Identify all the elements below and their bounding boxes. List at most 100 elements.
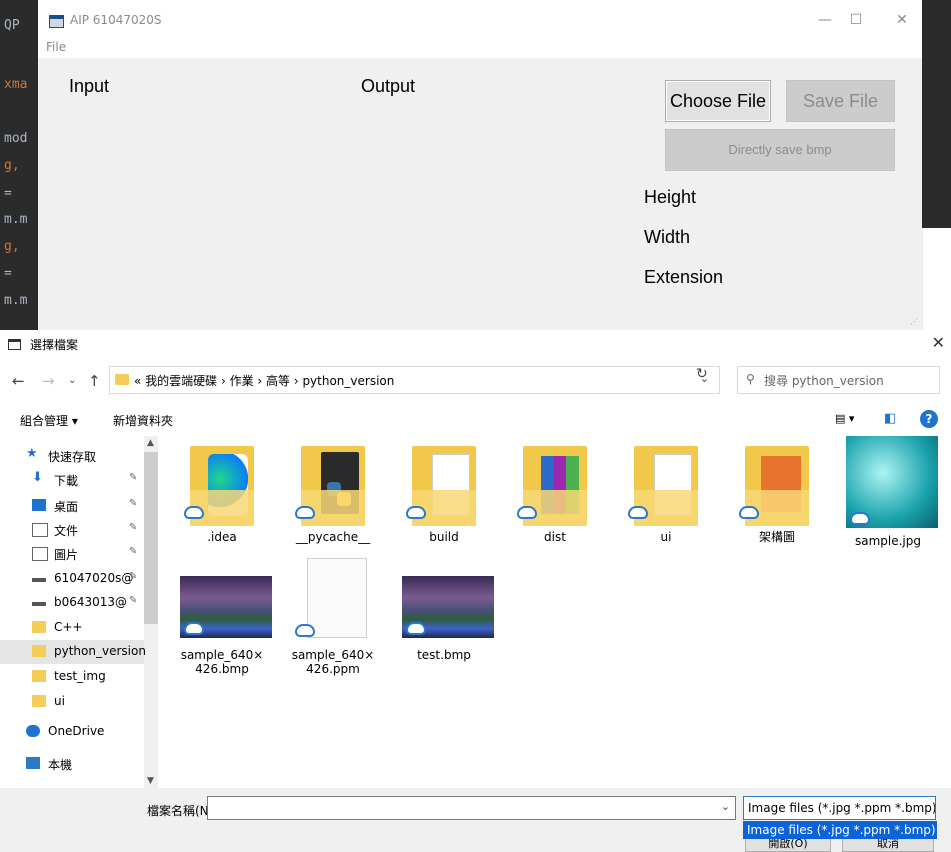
sidebar-item-c++[interactable]: C++: [0, 616, 144, 640]
folder-icon: [32, 670, 46, 682]
drive-icon: [32, 602, 46, 606]
sidebar-item-[interactable]: 本機: [0, 752, 144, 776]
file-name: sample_640× 426.ppm: [291, 648, 375, 676]
pin-icon: ✎: [129, 498, 138, 509]
forward-arrow-icon[interactable]: →: [42, 372, 55, 390]
desktop-icon: [32, 499, 46, 511]
dialog-toolbar: 組合管理 ▾ 新增資料夾 ▤ ▾ ◧ ?: [0, 404, 951, 436]
sidebar-item-onedrive[interactable]: OneDrive: [0, 720, 144, 744]
directly-save-bmp-button[interactable]: Directly save bmp: [665, 129, 895, 171]
scroll-up-icon[interactable]: ▲: [147, 438, 154, 448]
dialog-title: 選擇檔案: [30, 338, 79, 352]
ide-code-line: g,: [4, 239, 20, 254]
maximize-button[interactable]: ☐: [845, 10, 867, 30]
file-item[interactable]: sample.jpg: [836, 436, 940, 554]
sidebar-item-label: 快速存取: [48, 450, 97, 464]
sidebar-item-test-img[interactable]: test_img: [0, 665, 144, 689]
file-name: .idea: [207, 530, 237, 544]
sidebar-item-[interactable]: 桌面 ✎: [0, 494, 144, 518]
navigation-pane: ▲ ▼ ★ 快速存取 ⬇ 下載 ✎ 桌面 ✎ 文件 ✎ 圖片 ✎ 61047020s@ ✎ b064301…: [0, 436, 158, 788]
file-type-option[interactable]: Image files (*.jpg *.ppm *.bmp): [743, 821, 937, 839]
sidebar-item-python-version[interactable]: python_version: [0, 640, 146, 664]
file-name: ui: [660, 530, 672, 544]
open-button[interactable]: 開啟(O): [745, 838, 831, 852]
new-folder-button[interactable]: 新增資料夾: [113, 412, 173, 429]
computer-icon: [26, 757, 40, 769]
dialog-icon: [8, 339, 21, 350]
sidebar-item-label: test_img: [54, 669, 106, 683]
sidebar-item-b0643013[interactable]: b0643013@ ✎: [0, 591, 144, 615]
app-body: Input Output Choose File Save File Direc…: [38, 58, 922, 330]
file-item[interactable]: sample_640× 426.ppm: [281, 554, 385, 676]
pin-icon: ✎: [129, 522, 138, 533]
breadcrumb[interactable]: « 我的雲端硬碟 › 作業 › 高等 › python_version: [134, 372, 394, 389]
ide-background: QP xma mod g, = m.m g, = m.m: [0, 0, 38, 330]
app-titlebar[interactable]: AIP 61047020S — ☐ ✕: [38, 0, 922, 40]
cancel-button[interactable]: 取消: [842, 838, 934, 852]
file-item[interactable]: test.bmp: [392, 554, 496, 672]
cloud-icon: [517, 506, 537, 519]
organize-button[interactable]: 組合管理 ▾: [20, 412, 78, 429]
ide-code-line: xma: [4, 77, 28, 92]
file-item[interactable]: ui: [614, 436, 718, 554]
sidebar-item-label: 圖片: [54, 548, 79, 562]
choose-file-button[interactable]: Choose File: [665, 80, 771, 122]
close-button[interactable]: ✕: [891, 10, 913, 30]
sidebar-item-label: 下載: [54, 474, 79, 488]
sidebar-item-61047020s[interactable]: 61047020s@ ✎: [0, 567, 144, 591]
refresh-icon[interactable]: ↻: [696, 366, 708, 382]
cloud-icon: [850, 512, 870, 525]
folder-icon: [32, 621, 46, 633]
sidebar-scrollbar-thumb[interactable]: [144, 452, 158, 624]
back-arrow-icon[interactable]: ←: [12, 372, 25, 390]
file-item[interactable]: 架構圖: [725, 436, 829, 554]
menu-file[interactable]: File: [46, 40, 66, 54]
cloud-icon: [628, 506, 648, 519]
up-arrow-icon[interactable]: ↑: [88, 372, 101, 390]
sidebar-item-label: 文件: [54, 524, 79, 538]
file-item[interactable]: dist: [503, 436, 607, 554]
address-bar[interactable]: « 我的雲端硬碟 › 作業 › 高等 › python_version ⌄: [109, 366, 720, 394]
extension-label: Extension: [644, 267, 724, 287]
file-item[interactable]: __pycache__: [281, 436, 385, 554]
sidebar-item-[interactable]: 文件 ✎: [0, 518, 144, 542]
filename-input[interactable]: ⌄: [207, 796, 736, 820]
file-list: .idea __pycache__ build dist ui 架構圖 sample.jpg…: [170, 436, 950, 788]
ide-code-line: g,: [4, 158, 20, 173]
file-item[interactable]: .idea: [170, 436, 274, 554]
file-item[interactable]: build: [392, 436, 496, 554]
preview-pane-icon[interactable]: ◧: [884, 411, 896, 426]
search-input[interactable]: ⚲ 搜尋 python_version: [737, 366, 940, 394]
chevron-down-icon[interactable]: ⌄: [721, 800, 730, 813]
pin-icon: ✎: [129, 546, 138, 557]
sidebar-item-label: C++: [54, 620, 83, 634]
file-item[interactable]: sample_640× 426.bmp: [170, 554, 274, 676]
star-icon: ★: [26, 446, 38, 461]
drive-icon: [32, 578, 46, 582]
file-name: test.bmp: [417, 648, 471, 662]
scroll-down-icon[interactable]: ▼: [147, 776, 154, 786]
dialog-titlebar[interactable]: 選擇檔案 ✕: [0, 330, 951, 358]
sidebar-item-[interactable]: 圖片 ✎: [0, 542, 144, 566]
help-icon[interactable]: ?: [920, 410, 938, 428]
file-name: dist: [544, 530, 566, 544]
pin-icon: ✎: [129, 571, 138, 582]
minimize-button[interactable]: —: [814, 10, 836, 30]
sidebar-item-ui[interactable]: ui: [0, 690, 144, 714]
sidebar-item-[interactable]: ⬇ 下載 ✎: [0, 468, 144, 492]
view-options-icon[interactable]: ▤ ▾: [835, 412, 854, 425]
dialog-close-icon[interactable]: ✕: [932, 333, 945, 352]
ide-code-line: =: [4, 266, 12, 281]
ide-code-line: m.m: [4, 293, 28, 308]
save-file-button[interactable]: Save File: [786, 80, 895, 122]
sidebar-item-label: b0643013@: [54, 595, 128, 609]
file-type-select[interactable]: Image files (*.jpg *.ppm *.bmp): [743, 796, 936, 820]
file-name: __pycache__: [295, 530, 371, 544]
sidebar-item-[interactable]: ★ 快速存取: [0, 444, 144, 468]
resize-grip-icon[interactable]: ⋰: [910, 317, 918, 326]
app-window: AIP 61047020S — ☐ ✕ File Input Output Ch…: [38, 0, 922, 330]
sidebar-item-label: OneDrive: [48, 724, 105, 738]
sidebar-item-label: 61047020s@: [54, 571, 134, 585]
folder-icon: [32, 645, 46, 657]
recent-locations-icon[interactable]: ⌄: [68, 375, 76, 386]
